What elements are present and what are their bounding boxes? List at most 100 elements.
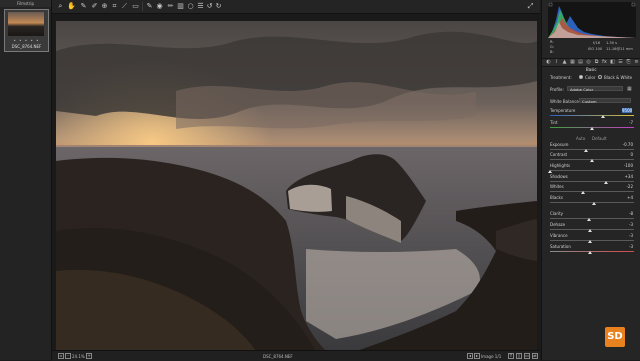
auto-button[interactable]: Auto — [576, 136, 585, 141]
exposure-value[interactable]: -0.70 — [613, 142, 633, 147]
saturation-value[interactable]: -3 — [613, 244, 633, 249]
highlights-slider-track[interactable] — [550, 170, 634, 171]
blacks-slider-knob[interactable] — [591, 202, 596, 205]
color-sampler-icon[interactable]: ✐ — [90, 2, 99, 11]
treatment-label: Treatment: — [550, 75, 572, 80]
temperature-slider-knob[interactable] — [600, 115, 605, 118]
default-button[interactable]: Default — [592, 136, 607, 141]
exif-g: G: — [550, 45, 554, 49]
temperature-value[interactable]: 9500 — [622, 108, 632, 113]
zoom-in-icon[interactable]: + — [86, 353, 92, 359]
whites-slider-track[interactable] — [550, 191, 634, 192]
thumbnail-image — [8, 12, 44, 36]
exif-b: B: — [550, 50, 554, 54]
presets-tab-icon[interactable]: ☰ — [618, 60, 623, 65]
toolbar: ⌕ ✋ ✎ ✐ ⊕ ⌗ ⟋ ▭ ✎ ◉ ✏ ▥ ○ ☰ ↺ ↻ ⤢ — [52, 0, 540, 14]
radial-filter-icon[interactable]: ○ — [186, 2, 195, 11]
thumbnail-rating[interactable]: • • • • • — [5, 38, 48, 43]
contrast-slider-knob[interactable] — [590, 159, 594, 162]
blacks-label: Blacks — [550, 195, 563, 200]
filmstrip-thumbnail[interactable]: • • • • • DSC_8764.NEF — [4, 9, 49, 52]
white-balance-dropdown[interactable]: Custom — [579, 98, 631, 104]
saturation-slider-knob[interactable] — [588, 251, 593, 254]
shadows-slider-knob[interactable] — [604, 181, 609, 184]
temperature-slider-track[interactable] — [550, 115, 634, 116]
clarity-value[interactable]: -8 — [613, 211, 633, 216]
exposure-slider-knob[interactable] — [584, 149, 589, 152]
white-balance-label: White Balance: — [550, 99, 581, 104]
watermark-logo: SD — [605, 327, 625, 347]
graduated-filter-icon[interactable]: ▥ — [176, 2, 185, 11]
bw-radio[interactable] — [598, 75, 602, 79]
effects-tab-icon[interactable]: fx — [602, 60, 607, 65]
settings-swap-icon[interactable]: ⇄ — [532, 353, 538, 359]
image-counter: Image 1/1 — [481, 354, 502, 359]
hand-icon[interactable]: ✋ — [67, 2, 76, 11]
white-balance-icon[interactable]: ✎ — [79, 2, 88, 11]
basic-tab-icon[interactable]: ◐ — [546, 60, 551, 65]
exif-lens: 11-16@11 mm — [606, 47, 633, 51]
straighten-icon[interactable]: ⟋ — [120, 2, 129, 11]
zoom-icon[interactable]: ⌕ — [56, 2, 65, 11]
dehaze-slider-knob[interactable] — [588, 229, 593, 232]
color-radio[interactable] — [579, 75, 583, 79]
zoom-level[interactable]: 24.1% — [72, 354, 85, 359]
zoom-out-icon[interactable]: - — [65, 353, 71, 359]
highlights-value[interactable]: -100 — [613, 163, 633, 168]
dehaze-label: Dehaze — [550, 222, 566, 227]
tint-slider-knob[interactable] — [590, 127, 594, 130]
profile-browser-icon[interactable]: ▦ — [627, 86, 632, 92]
hsl-tab-icon[interactable]: ▦ — [570, 60, 575, 65]
before-after-icon[interactable]: ▭ — [524, 353, 530, 359]
prev-image-icon[interactable]: ◂ — [467, 353, 473, 359]
panel-menu-icon[interactable]: ≡ — [634, 60, 639, 65]
temperature-label: Temperature — [550, 108, 576, 113]
lens-tab-icon[interactable]: ◎ — [586, 60, 591, 65]
transform-icon[interactable]: ▭ — [131, 2, 140, 11]
view-mode-icon[interactable]: Y — [508, 353, 514, 359]
color-option-label: Color — [585, 75, 596, 80]
status-filename: DSC_8764.NEF — [263, 354, 293, 359]
calibration-tab-icon[interactable]: ◧ — [610, 60, 615, 65]
thumbnail-filename: DSC_8764.NEF — [11, 44, 42, 49]
whites-slider-knob[interactable] — [580, 191, 585, 194]
whites-value[interactable]: -22 — [613, 184, 633, 189]
detail-tab-icon[interactable]: ▲ — [562, 60, 567, 65]
snapshots-tab-icon[interactable]: ⎘ — [626, 60, 631, 65]
split-toning-tab-icon[interactable]: ▤ — [578, 60, 583, 65]
preferences-icon[interactable]: ☰ — [196, 2, 205, 11]
target-adjust-icon[interactable]: ⊕ — [100, 2, 109, 11]
next-image-icon[interactable]: ▸ — [474, 353, 480, 359]
profile-dropdown[interactable]: Adobe Color — [567, 86, 623, 92]
transform-tab-icon[interactable]: ⧉ — [594, 60, 599, 65]
image-canvas[interactable] — [52, 14, 540, 351]
saturation-label: Saturation — [550, 244, 571, 249]
clarity-slider-track[interactable] — [550, 218, 634, 219]
rotate-left-icon[interactable]: ↺ — [205, 2, 214, 11]
exif-aperture: f/16 — [593, 41, 601, 45]
exif-iso: ISO 100 — [588, 47, 603, 51]
highlights-slider-knob[interactable] — [548, 170, 552, 173]
crop-icon[interactable]: ⌗ — [110, 2, 119, 11]
shadows-value[interactable]: +34 — [613, 174, 633, 179]
vibrance-slider-knob[interactable] — [588, 240, 593, 243]
tint-label: Tint — [550, 120, 558, 125]
dehaze-value[interactable]: -3 — [613, 222, 633, 227]
spot-removal-icon[interactable]: ✎ — [145, 2, 154, 11]
shadows-slider-track[interactable] — [550, 181, 634, 182]
contrast-value[interactable]: 0 — [613, 152, 633, 157]
photo-preview[interactable] — [56, 21, 537, 351]
blacks-value[interactable]: +4 — [613, 195, 633, 200]
contrast-label: Contrast — [550, 152, 568, 157]
rotate-right-icon[interactable]: ↻ — [214, 2, 223, 11]
zoom-fit-icon[interactable]: ▫ — [58, 353, 64, 359]
clarity-slider-knob[interactable] — [586, 218, 591, 221]
vibrance-value[interactable]: -3 — [613, 233, 633, 238]
exposure-slider-track[interactable] — [550, 149, 634, 150]
red-eye-icon[interactable]: ◉ — [155, 2, 164, 11]
fullscreen-icon[interactable]: ⤢ — [526, 2, 535, 11]
compare-icon[interactable]: ▯ — [516, 353, 522, 359]
tone-curve-tab-icon[interactable]: ⌇ — [554, 60, 559, 65]
tint-value[interactable]: -7 — [613, 120, 633, 125]
adjustment-brush-icon[interactable]: ✏ — [166, 2, 175, 11]
